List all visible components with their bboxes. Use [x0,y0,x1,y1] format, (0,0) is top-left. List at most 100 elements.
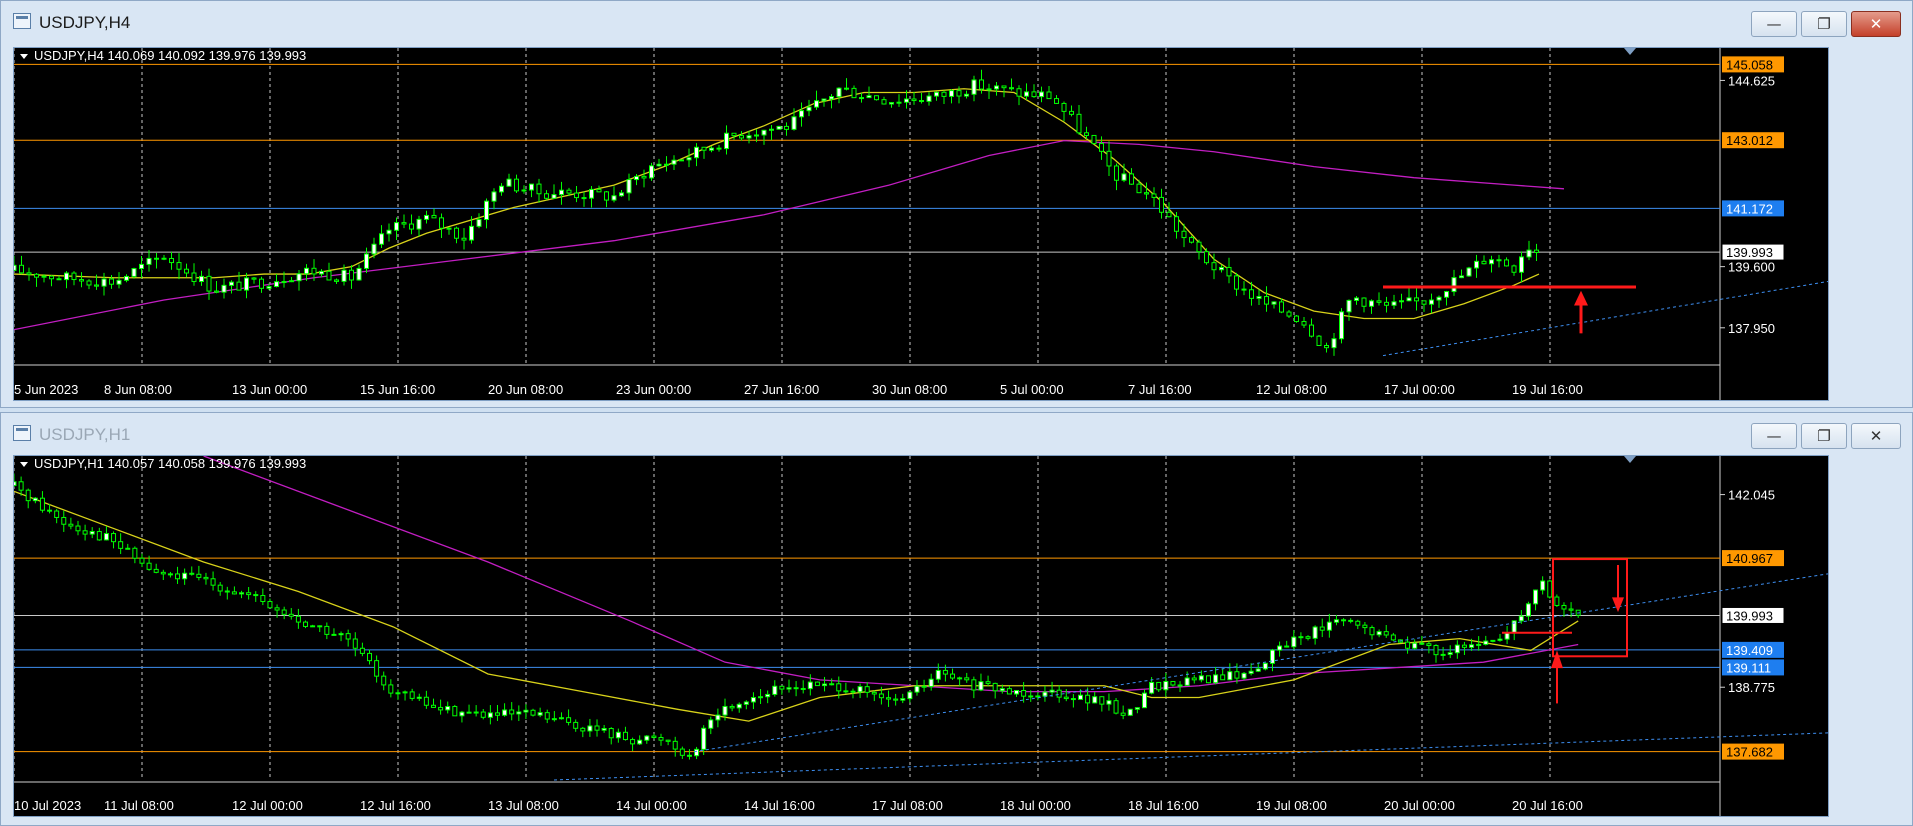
candle-body [1181,230,1187,239]
candle-body [1114,165,1119,181]
trend-line[interactable] [1382,280,1828,357]
candle-body [881,99,887,105]
candle-body [558,717,564,720]
candle-body [1106,150,1112,167]
fast-moving-average [14,88,1540,320]
candle-body [971,79,977,95]
candle-body [750,697,756,703]
candle-body [18,481,24,491]
candle-body [56,278,62,281]
candle-body [236,281,242,291]
dropdown-triangle-icon[interactable] [20,54,28,59]
candle-body [1305,636,1311,639]
chart-shift-marker-icon[interactable] [1624,48,1636,55]
candle-body [224,590,230,593]
candle-body [587,725,593,732]
candle-body [1001,85,1007,89]
price-chart[interactable]: 10 Jul 2023 11 Jul 08:00 12 Jul 00:00 12 Ju… [13,455,1829,817]
candle-body [1533,589,1539,605]
candle-body [821,98,827,102]
candle-body [934,91,939,97]
chart-window-icon [13,13,31,29]
candle-body [274,607,280,611]
candle-body [494,712,500,716]
candle-body [295,615,301,623]
candle-body [34,273,39,278]
candle-body [394,222,399,231]
candle-body [1009,87,1014,90]
candle-body [96,531,102,541]
candle-body [851,87,857,99]
candle-body [1156,681,1162,691]
candle-body [25,489,31,502]
price-chart[interactable]: 5 Jun 2023 8 Jun 08:00 13 Jun 00:00 15 Jun … [13,47,1829,401]
candle-body [184,268,189,274]
chart-window-h4[interactable]: USDJPY,H4 — ❐ ✕ 5 Jun 2023 8 Jun 08:00 13 … [0,0,1913,408]
candle-body [75,525,81,532]
candle-body [950,673,956,679]
candle-body [1454,644,1460,654]
candle-body [919,100,924,103]
candle-body [1078,694,1083,700]
candle-body [1226,266,1232,277]
candle-body [664,163,669,166]
candle-body [1459,275,1464,279]
restore-button[interactable]: ❐ [1801,423,1847,449]
candle-body [221,284,227,293]
candle-body [1429,299,1434,305]
minimize-button[interactable]: — [1751,423,1797,449]
candle-body [1333,619,1339,623]
candle-body [1054,98,1059,104]
candle-body [630,739,636,745]
candle-body [1014,689,1020,695]
candle-body [1144,192,1149,195]
candle-body [866,95,872,99]
candle-body [566,717,572,723]
candle-body [484,200,489,221]
candle-body [1474,260,1479,269]
candle-body [799,110,804,118]
candle-body [928,678,934,688]
close-button[interactable]: ✕ [1851,11,1901,37]
candle-body [1489,259,1494,265]
candle-body [244,277,249,291]
candle-body [911,98,917,102]
price-label: 137.682 [1726,745,1773,760]
chart-window-h1[interactable]: USDJPY,H1 — ❐ ✕ 10 Jul 2023 11 Jul 08:00 1… [0,412,1913,826]
candle-body [1376,300,1382,303]
candle-body [32,497,38,502]
candle-body [1099,143,1104,152]
price-axis-label: 144.625 [1728,73,1775,88]
candle-body [530,709,536,716]
candle-body [761,129,767,136]
candle-body [634,175,639,181]
title-bar[interactable]: USDJPY,H4 — ❐ ✕ [1,1,1912,45]
candle-body [1316,335,1322,347]
candle-body [61,516,67,525]
dropdown-triangle-icon[interactable] [20,462,28,467]
trend-line[interactable] [693,573,1828,753]
candle-body [146,257,152,265]
candle-body [1249,289,1254,299]
up-arrow-icon [1574,290,1588,306]
candle-body [1426,643,1432,647]
candle-body [253,594,259,597]
candle-body [1534,249,1539,253]
candle-body [1361,297,1367,307]
close-button[interactable]: ✕ [1851,423,1901,449]
trend-line[interactable] [553,732,1828,781]
candle-body [1451,277,1457,293]
price-label: 139.409 [1726,643,1773,658]
candle-body [942,669,948,675]
title-bar[interactable]: USDJPY,H1 — ❐ ✕ [1,413,1912,457]
restore-button[interactable]: ❐ [1801,11,1847,37]
candle-body [829,683,835,686]
candle-body [341,269,347,282]
slow-moving-average [203,456,1579,693]
minimize-button[interactable]: — [1751,11,1797,37]
candle-body [459,711,465,717]
candle-body [551,194,557,199]
candle-body [214,290,219,293]
candle-body [438,706,444,711]
chart-shift-marker-icon[interactable] [1624,456,1636,463]
